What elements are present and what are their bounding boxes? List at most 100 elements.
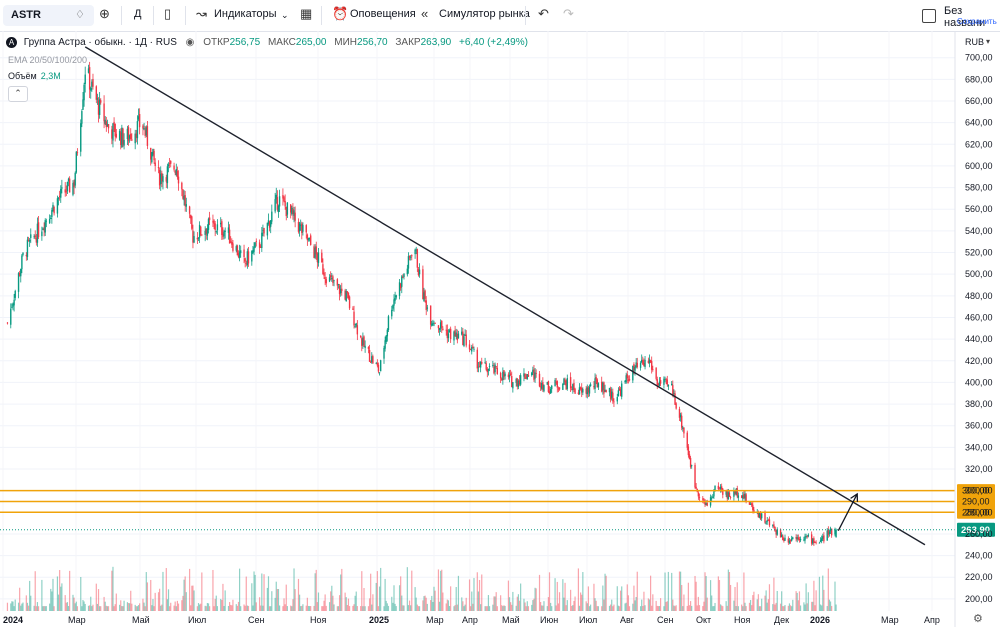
candle-body: [103, 103, 105, 122]
volume-bar: [712, 606, 714, 611]
volume-bar: [121, 606, 123, 611]
volume-bar: [823, 589, 825, 611]
price-tick-label: 380,00: [965, 399, 993, 409]
gear-icon[interactable]: ⚙: [973, 612, 983, 625]
volume-bar: [557, 603, 560, 611]
candle-body: [131, 139, 133, 141]
undo-icon[interactable]: ↶: [538, 6, 549, 22]
volume-bar: [620, 590, 622, 611]
candle-body: [325, 279, 327, 284]
alerts-button[interactable]: Оповещения: [350, 8, 416, 20]
candle-body: [167, 164, 170, 167]
symbol-search[interactable]: ASTR ♢: [3, 5, 94, 26]
volume-bar: [176, 600, 178, 611]
volume-bar: [644, 605, 646, 611]
rewind-icon[interactable]: «: [421, 6, 428, 21]
volume-bar: [776, 590, 778, 611]
volume-bar: [60, 586, 62, 611]
candle-body: [710, 497, 713, 499]
candles-icon[interactable]: ▯: [164, 6, 171, 22]
time-scale: 2024 Мар Май Июл Сен Ноя 2025 Мар Апр Май Июн Июл Ав…: [3, 615, 940, 625]
price-tick-label: 600,00: [965, 161, 993, 171]
volume-bar: [255, 602, 257, 611]
volume-bar: [500, 595, 502, 611]
compare-plus-icon[interactable]: ⊕: [99, 6, 110, 22]
candle-body: [115, 133, 118, 138]
volume-bar: [371, 604, 373, 611]
currency-selector[interactable]: RUB: [965, 37, 984, 47]
candle-body: [681, 415, 683, 428]
volume-bar: [72, 594, 74, 611]
layout-grid-icon[interactable]: ▦: [300, 6, 312, 22]
collapse-legend-button[interactable]: ⌃: [8, 86, 28, 102]
interval-button[interactable]: Д: [134, 8, 141, 20]
volume-bar: [495, 592, 497, 611]
candle-body: [255, 241, 257, 242]
candle-body: [597, 383, 600, 388]
volume-bar: [618, 606, 621, 611]
volume-bar: [364, 606, 366, 611]
volume-indicator[interactable]: Объём 2,3M: [8, 71, 61, 81]
ema-indicator-label[interactable]: EMA 20/50/100/200: [8, 55, 87, 65]
eye-icon[interactable]: ◉: [186, 37, 195, 48]
candle-body: [221, 221, 223, 236]
volume-bar: [492, 604, 494, 611]
candle-body: [100, 100, 102, 103]
candle-body: [277, 205, 280, 213]
chart-title[interactable]: Группа Астра · обыкн. · 1Д · RUS: [24, 37, 177, 48]
volume-bar: [53, 606, 55, 611]
alarm-clock-icon[interactable]: ⏰: [332, 6, 348, 22]
volume-bar: [742, 606, 744, 611]
volume-bar: [154, 592, 156, 611]
volume-bar: [735, 606, 737, 611]
volume-bar: [90, 596, 92, 611]
volume-bar: [263, 574, 265, 611]
candle-body: [162, 176, 164, 183]
volume-bar: [367, 606, 370, 611]
candle-body: [411, 255, 413, 257]
chevron-down-icon[interactable]: ▾: [986, 37, 990, 46]
candle-body: [82, 99, 84, 110]
candle-body: [433, 324, 435, 326]
volume-bar: [737, 606, 739, 611]
volume-bar: [51, 591, 53, 611]
volume-bar: [835, 604, 837, 611]
time-tick-label: Апр: [924, 615, 940, 625]
candle-body: [283, 197, 285, 202]
diamond-icon[interactable]: ♢: [75, 8, 85, 21]
volume-bar: [152, 598, 154, 611]
volume-bar: [753, 591, 755, 611]
volume-bar: [395, 606, 397, 611]
indicators-button[interactable]: Индикаторы: [214, 8, 277, 20]
replay-button[interactable]: Симулятор рынка: [439, 8, 530, 20]
volume-bar: [652, 594, 654, 611]
volume-bar: [828, 599, 831, 611]
volume-bar: [831, 605, 833, 611]
volume-bar: [744, 602, 746, 611]
volume-bar: [424, 595, 426, 611]
volume-bar: [486, 606, 488, 611]
volume-bar: [722, 606, 724, 611]
candle-body: [305, 225, 307, 233]
candle-body: [432, 322, 434, 324]
volume-bar: [139, 603, 141, 611]
layout-checkbox[interactable]: [922, 9, 936, 23]
volume-bar: [17, 602, 20, 611]
volume-bar: [829, 601, 832, 611]
layout-save-status[interactable]: Сохранить: [957, 17, 997, 26]
volume-bar: [743, 572, 745, 611]
price-chart[interactable]: 300,00290,00280,00263,90 700,00680,00660…: [0, 31, 1000, 627]
volume-bar: [308, 606, 311, 611]
volume-bar: [244, 605, 246, 611]
candle-body: [484, 362, 486, 363]
volume-bar: [485, 606, 487, 611]
candle-body: [123, 139, 125, 146]
volume-bar: [153, 606, 155, 611]
price-tick-label: 680,00: [965, 74, 993, 84]
redo-icon[interactable]: ↷: [563, 6, 574, 22]
volume-bar: [761, 598, 763, 611]
chevron-down-icon[interactable]: ⌄: [281, 10, 289, 21]
indicators-icon[interactable]: ↝: [196, 6, 207, 22]
candle-body: [691, 465, 693, 467]
candle-body: [634, 367, 636, 371]
